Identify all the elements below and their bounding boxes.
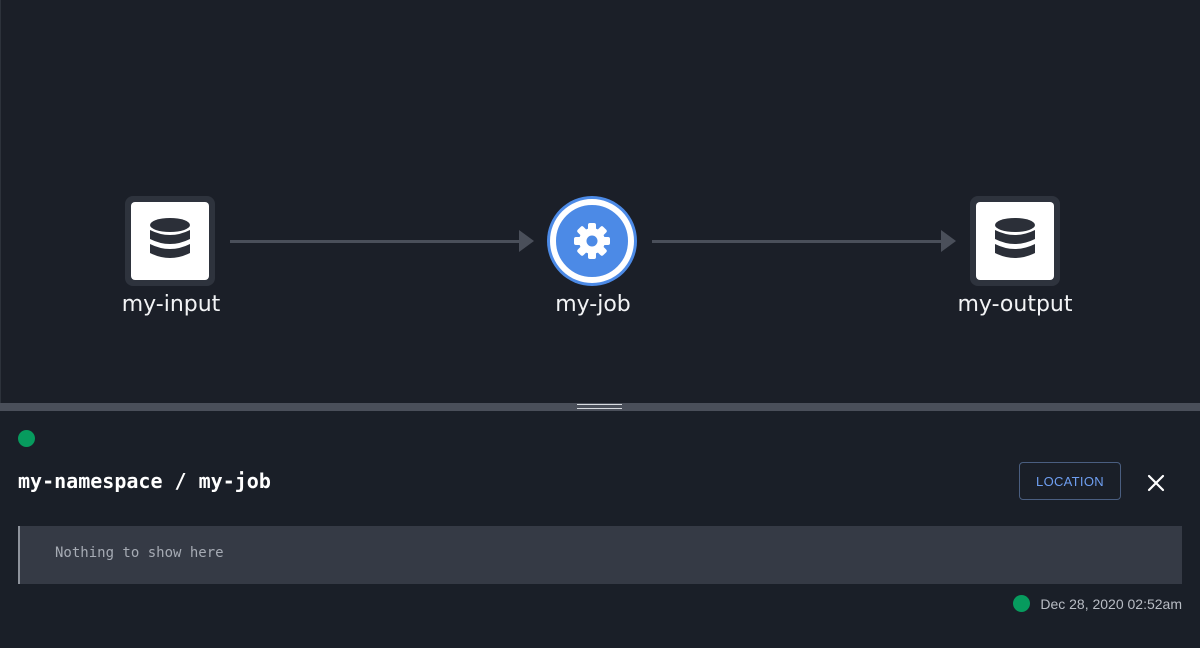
edge-input-to-job <box>230 230 534 252</box>
close-button[interactable] <box>1143 470 1169 496</box>
arrowhead-icon <box>519 230 534 252</box>
run-status-dot <box>1013 595 1031 612</box>
database-icon <box>995 218 1035 258</box>
empty-state-box: Nothing to show here <box>18 526 1182 584</box>
node-label-my-job: my-job <box>555 292 631 317</box>
run-timestamp: Dec 28, 2020 02:52am <box>1040 595 1182 612</box>
status-indicator <box>18 430 35 447</box>
empty-state-text: Nothing to show here <box>55 545 224 561</box>
gear-icon <box>574 223 610 259</box>
run-status-footer: Dec 28, 2020 02:52am <box>1013 595 1182 612</box>
panel-title: my-namespace / my-job <box>18 469 271 493</box>
arrowhead-icon <box>941 230 956 252</box>
node-my-job[interactable] <box>547 196 637 286</box>
node-label-my-output: my-output <box>957 292 1073 317</box>
drag-grip-icon[interactable] <box>577 404 622 409</box>
lineage-graph: my-input my-job my-output <box>0 0 1200 403</box>
node-label-my-input: my-input <box>121 292 221 317</box>
node-my-input[interactable] <box>125 196 215 286</box>
details-panel: my-namespace / my-job LOCATION Nothing t… <box>0 411 1200 648</box>
edge-job-to-output <box>652 230 956 252</box>
database-icon <box>150 218 190 258</box>
panel-resize-handle[interactable] <box>0 403 1200 411</box>
location-button[interactable]: LOCATION <box>1019 462 1121 500</box>
close-icon <box>1147 474 1165 492</box>
node-my-output[interactable] <box>970 196 1060 286</box>
